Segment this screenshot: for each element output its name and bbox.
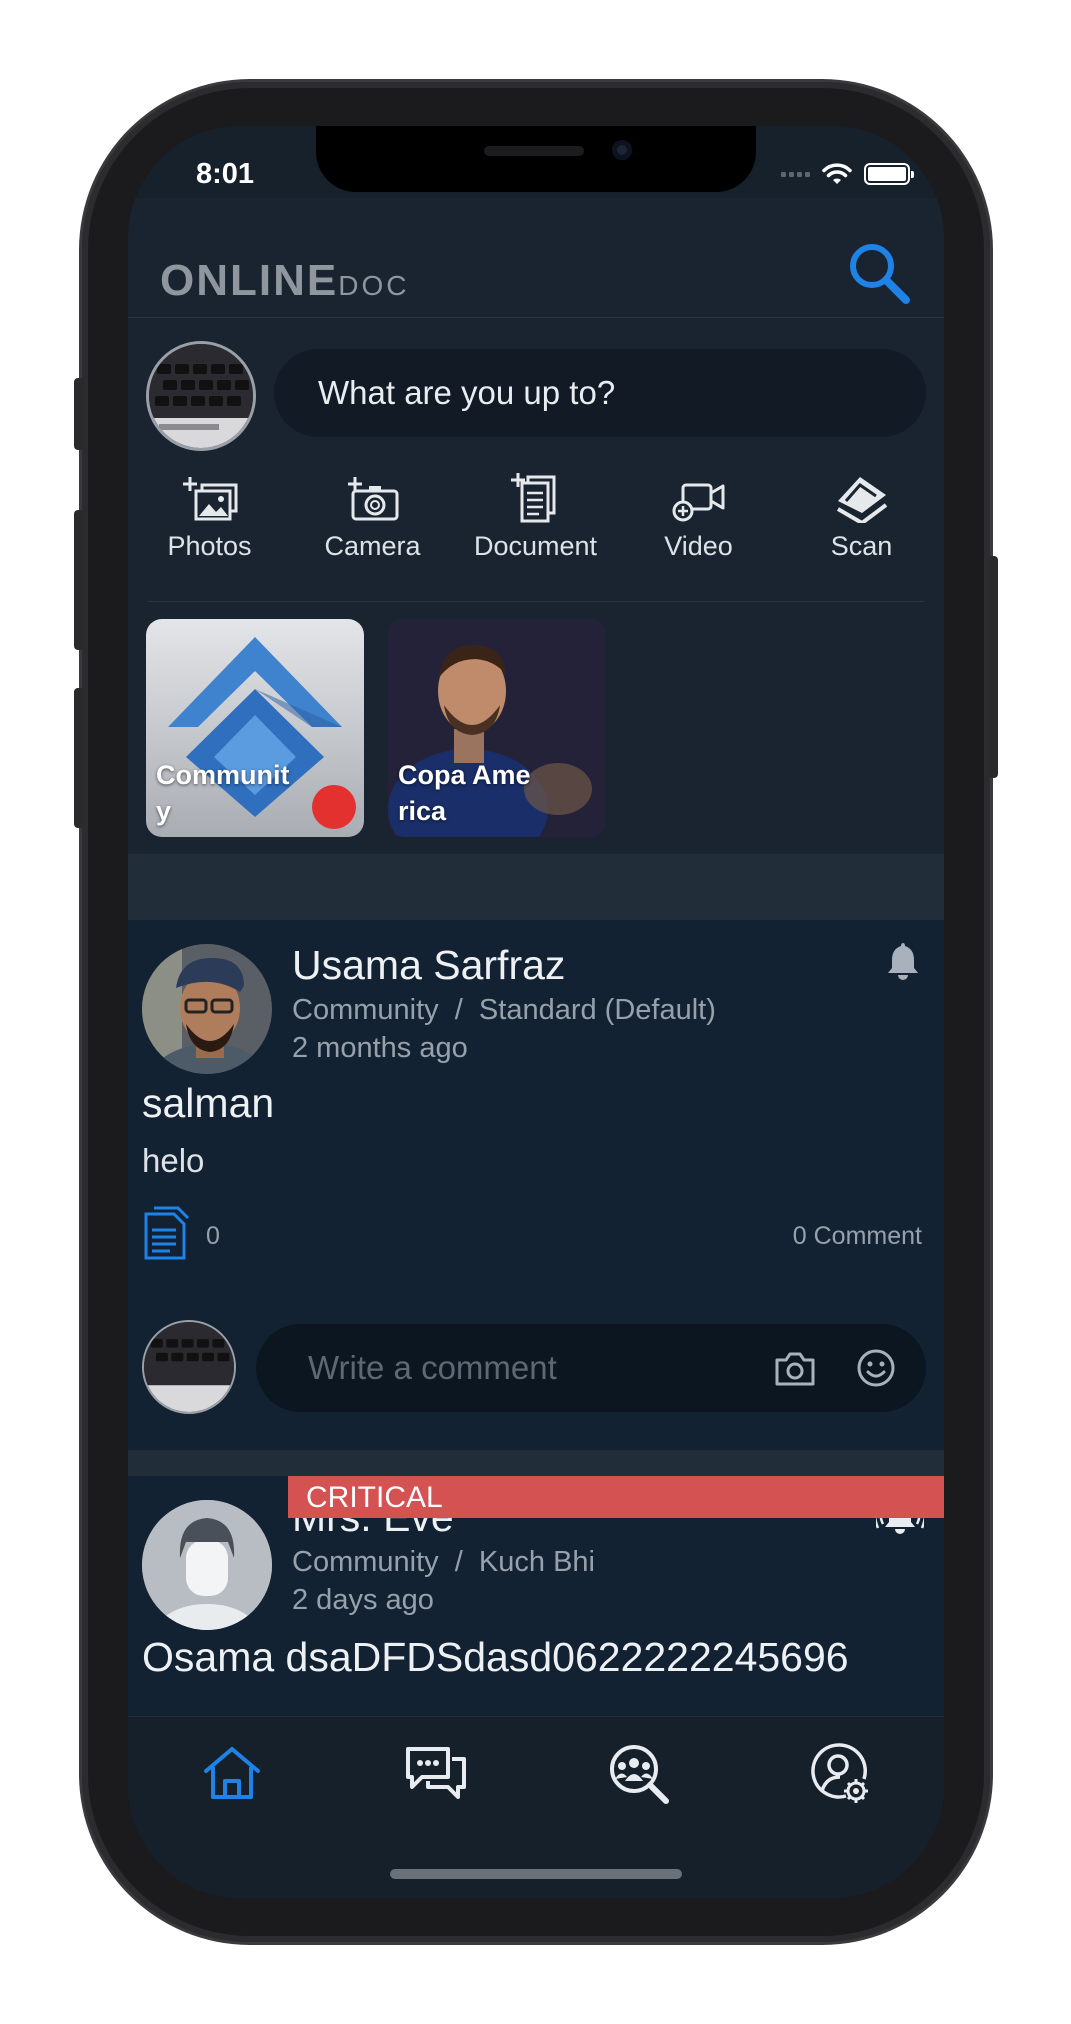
wifi-icon xyxy=(822,163,852,184)
emoji-icon[interactable] xyxy=(856,1348,896,1388)
signal-icon xyxy=(781,171,810,177)
attachment-count: 0 xyxy=(206,1222,220,1250)
priority-badge: CRITICAL xyxy=(288,1476,944,1518)
battery-icon xyxy=(864,163,914,185)
avatar[interactable] xyxy=(146,341,256,451)
find-people-icon[interactable] xyxy=(606,1741,670,1805)
app-header: ONLINEDOC xyxy=(128,198,944,318)
post-title: salman xyxy=(142,1080,275,1126)
section-separator xyxy=(128,854,944,920)
add-video-icon xyxy=(672,483,724,522)
mute-switch xyxy=(74,378,84,450)
story-community[interactable]: Community xyxy=(146,619,364,837)
post-timestamp: 2 months ago xyxy=(292,1032,468,1064)
post-community[interactable]: Community / Standard (Default) xyxy=(292,994,716,1027)
notch xyxy=(316,126,756,192)
comment-input[interactable]: Write a comment xyxy=(256,1324,926,1412)
stories-row: Community Copa America xyxy=(146,619,606,837)
home-icon[interactable] xyxy=(200,1741,264,1805)
action-label: Document xyxy=(473,531,598,561)
action-label: Photos xyxy=(167,531,252,561)
add-photo-icon xyxy=(182,477,237,521)
post-community[interactable]: Community / Kuch Bhi xyxy=(292,1546,595,1579)
action-label: Video xyxy=(664,531,733,561)
document-icon[interactable] xyxy=(142,1206,190,1262)
scan-icon xyxy=(836,477,887,523)
speaker xyxy=(484,146,584,156)
document-button[interactable]: Document xyxy=(454,471,617,581)
avatar[interactable] xyxy=(142,944,272,1074)
volume-up-button xyxy=(74,510,84,650)
action-label: Scan xyxy=(830,531,893,561)
notification-bell-icon[interactable] xyxy=(886,940,920,980)
status-input[interactable]: What are you up to? xyxy=(274,349,926,437)
avatar[interactable] xyxy=(142,1500,272,1630)
bottom-tab-bar xyxy=(128,1716,944,1898)
post-timestamp: 2 days ago xyxy=(292,1584,434,1616)
app-logo: ONLINEDOC xyxy=(160,256,410,305)
front-camera xyxy=(612,140,632,160)
story-copa-america[interactable]: Copa America xyxy=(388,619,606,837)
add-camera-icon xyxy=(347,477,398,521)
post-author[interactable]: Usama Sarfraz xyxy=(292,942,565,989)
status-icons xyxy=(781,162,914,186)
comment-count[interactable]: 0 Comment xyxy=(793,1222,922,1251)
post-card: Usama Sarfraz Community / Standard (Defa… xyxy=(128,920,944,1450)
add-document-icon xyxy=(510,473,555,523)
post-title: Osama dsaDFDSdasd0622222245696 xyxy=(142,1634,849,1680)
camera-icon[interactable] xyxy=(774,1348,816,1388)
chat-icon[interactable] xyxy=(404,1741,468,1805)
divider xyxy=(148,601,924,602)
search-icon[interactable] xyxy=(846,240,912,306)
composer-actions: Photos Camera Document Video Scan xyxy=(128,471,944,581)
app-screen: 8:01 ONLINEDOC What are you up to? Photo… xyxy=(128,126,944,1898)
story-label: Copa America xyxy=(398,760,531,826)
volume-down-button xyxy=(74,688,84,828)
post-body: helo xyxy=(142,1142,205,1179)
home-indicator xyxy=(390,1869,682,1879)
status-time: 8:01 xyxy=(196,158,255,190)
story-label: Community xyxy=(156,760,290,826)
avatar xyxy=(142,1320,236,1414)
power-button xyxy=(988,556,998,778)
scan-button[interactable]: Scan xyxy=(780,471,943,581)
profile-settings-icon[interactable] xyxy=(808,1741,872,1805)
action-label: Camera xyxy=(324,531,421,561)
post-composer: What are you up to? Photos Camera Docume… xyxy=(128,319,944,854)
comment-placeholder: Write a comment xyxy=(308,1349,557,1386)
camera-button[interactable]: Camera xyxy=(291,471,454,581)
section-separator xyxy=(128,1450,944,1476)
photos-button[interactable]: Photos xyxy=(128,471,291,581)
video-button[interactable]: Video xyxy=(617,471,780,581)
live-indicator xyxy=(312,785,356,829)
